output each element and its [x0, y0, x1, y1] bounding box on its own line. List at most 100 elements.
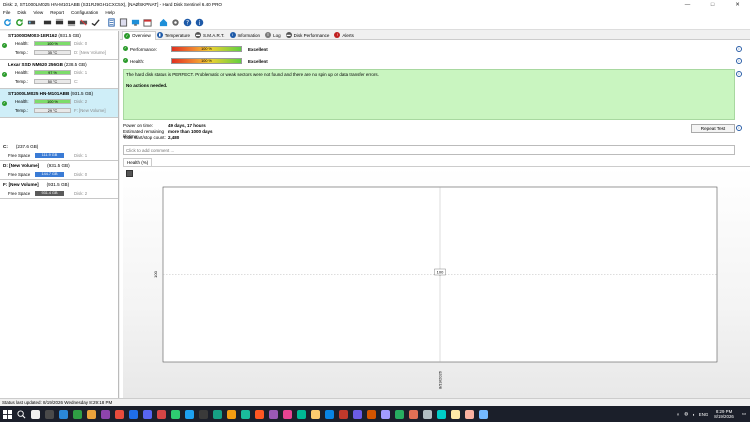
start-stop-label: Total start/stop count: — [123, 135, 166, 140]
close-button[interactable]: ✕ — [725, 0, 750, 9]
disk-name: ST1000DM003-1ER162 — [8, 33, 58, 38]
taskbar-app-icon[interactable] — [56, 406, 70, 422]
info-icon: i — [229, 32, 236, 38]
health-chart: 100 100 8/19/2026 — [153, 186, 718, 389]
taskbar-app-icon[interactable] — [238, 406, 252, 422]
about-icon[interactable]: i — [194, 18, 204, 28]
tab-disk-performance[interactable]: ▬ Disk Performance — [285, 31, 334, 40]
disk-test-icon[interactable] — [26, 18, 36, 28]
disk-item-0[interactable]: ST1000DM003-1ER162 (931.5 GB) ✓ Health: … — [0, 31, 118, 60]
taskbar-app-icon[interactable] — [252, 406, 266, 422]
disk-item-2[interactable]: ST1000LM025 HN-M101ABB (931.5 GB) ✓ Heal… — [0, 89, 118, 118]
taskbar-app-icon[interactable] — [476, 406, 490, 422]
disk-item-1[interactable]: Lexar SSD NM620 256GB (238.5 GB) ✓ Healt… — [0, 60, 118, 89]
taskbar-app-icon[interactable] — [336, 406, 350, 422]
send-report-icon[interactable] — [118, 18, 128, 28]
minimize-button[interactable]: — — [675, 0, 700, 9]
taskbar-app-icon[interactable] — [98, 406, 112, 422]
refresh-all-icon[interactable] — [14, 18, 24, 28]
taskbar-app-icon[interactable] — [126, 406, 140, 422]
taskbar-app-icon[interactable] — [266, 406, 280, 422]
taskbar-app-icon[interactable] — [294, 406, 308, 422]
settings-icon[interactable] — [90, 18, 100, 28]
menu-file[interactable]: File — [3, 10, 10, 15]
volume-item-c[interactable]: C: (237.6 GB) Free Space 111.9 GB Disk: 1 — [0, 142, 118, 161]
taskbar-app-icon[interactable] — [280, 406, 294, 422]
info-icon[interactable]: i — [736, 46, 742, 52]
help-icon[interactable]: ? — [182, 18, 192, 28]
disk-capacity: (238.5 GB) — [64, 62, 87, 67]
taskbar-app-icon[interactable] — [84, 406, 98, 422]
taskbar-app-icon[interactable] — [210, 406, 224, 422]
tab-information[interactable]: i Information — [229, 31, 265, 40]
taskbar-app-icon[interactable] — [420, 406, 434, 422]
refresh-icon[interactable] — [2, 18, 12, 28]
volume-capacity: (931.5 GB) — [47, 163, 70, 168]
monitor-icon[interactable] — [130, 18, 140, 28]
taskbar-app-icon[interactable] — [350, 406, 364, 422]
volume-capacity: (237.6 GB) — [15, 144, 39, 149]
disk-capacity: (931.5 GB) — [70, 91, 94, 96]
tab-log[interactable]: ≡ Log — [264, 31, 285, 40]
info-icon[interactable]: i — [736, 58, 742, 64]
info-icon[interactable]: i — [736, 71, 742, 77]
tab-overview[interactable]: ✓ Overview — [122, 30, 156, 40]
search-icon[interactable] — [14, 406, 28, 422]
taskbar-app-icon[interactable] — [28, 406, 42, 422]
network-icon[interactable]: ◍ — [684, 411, 688, 417]
maximize-button[interactable]: □ — [700, 0, 725, 9]
taskbar-app-icon[interactable] — [364, 406, 378, 422]
acoustic-icon[interactable] — [78, 18, 88, 28]
comment-input[interactable] — [123, 145, 735, 155]
info-icon[interactable]: i — [736, 125, 742, 131]
clock[interactable]: 8:29 PM 8/19/2026 — [714, 409, 734, 420]
tab-alerts[interactable]: ! Alerts — [333, 31, 358, 40]
details-panel: ✓ Overview ▮ Temperature ▬ S.M.A.R.T. i Info… — [120, 30, 750, 398]
taskbar-app-icon[interactable] — [196, 406, 210, 422]
calendar-icon[interactable] — [142, 18, 152, 28]
menu-disk[interactable]: Disk — [17, 10, 26, 15]
menu-configuration[interactable]: Configuration — [71, 10, 98, 15]
repeat-test-button[interactable]: Repeat Test — [691, 124, 735, 133]
menu-help[interactable]: Help — [105, 10, 114, 15]
chevron-up-icon[interactable]: ˄ — [677, 412, 680, 417]
taskbar-app-icon[interactable] — [322, 406, 336, 422]
volume-item-f[interactable]: F: [New Volume] (931.5 GB) Free Space 931… — [0, 180, 118, 199]
tab-label: Disk Performance — [293, 32, 330, 38]
surface-test-icon[interactable] — [42, 18, 52, 28]
taskbar-app-icon[interactable] — [448, 406, 462, 422]
taskbar-app-icon[interactable] — [378, 406, 392, 422]
taskbar-app-icon[interactable] — [434, 406, 448, 422]
taskbar-app-icon[interactable] — [154, 406, 168, 422]
tab-smart[interactable]: ▬ S.M.A.R.T. — [194, 31, 229, 40]
taskbar-app-icon[interactable] — [406, 406, 420, 422]
taskbar-app-icon[interactable] — [70, 406, 84, 422]
home-icon[interactable] — [158, 18, 168, 28]
tools-icon[interactable] — [170, 18, 180, 28]
thermometer-icon: ▮ — [156, 32, 163, 38]
extended-test-icon[interactable] — [66, 18, 76, 28]
taskbar-app-icon[interactable] — [112, 406, 126, 422]
tab-health-chart[interactable]: Health (%) — [123, 158, 153, 166]
temp-bar: 35 °C — [34, 50, 71, 55]
language-indicator[interactable]: ENG — [699, 412, 709, 417]
tab-temperature[interactable]: ▮ Temperature — [156, 31, 194, 40]
taskbar-app-icon[interactable] — [140, 406, 154, 422]
short-test-icon[interactable] — [54, 18, 64, 28]
smart-icon: ▬ — [195, 32, 202, 38]
report-icon[interactable] — [106, 18, 116, 28]
volume-item-d[interactable]: D: [New Volume] (931.5 GB) Free Space 144… — [0, 161, 118, 180]
taskbar-app-icon[interactable] — [462, 406, 476, 422]
taskbar-app-icon[interactable] — [42, 406, 56, 422]
volume-icon[interactable]: ◖ — [692, 412, 695, 417]
taskbar-app-icon[interactable] — [168, 406, 182, 422]
notifications-icon[interactable]: ▭ — [742, 411, 746, 417]
menu-view[interactable]: View — [33, 10, 43, 15]
taskbar-app-icon[interactable] — [182, 406, 196, 422]
menu-report[interactable]: Report — [50, 10, 64, 15]
taskbar-app-icon[interactable] — [224, 406, 238, 422]
svg-text:?: ? — [185, 21, 188, 27]
taskbar-app-icon[interactable] — [392, 406, 406, 422]
start-icon[interactable] — [0, 406, 14, 422]
taskbar-app-icon[interactable] — [308, 406, 322, 422]
